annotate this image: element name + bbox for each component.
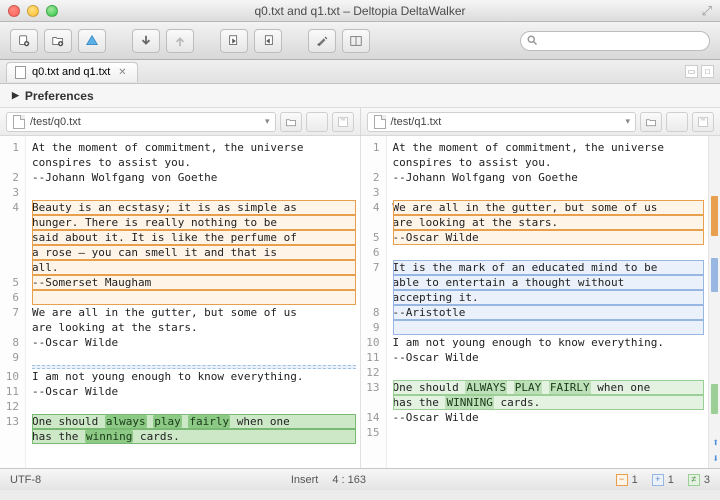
insert-mode-label: Insert: [291, 474, 319, 486]
main-toolbar: [0, 22, 720, 60]
status-bar: UTF-8 Insert 4 : 163 −1 +1 ≠3: [0, 468, 720, 490]
close-tab-button[interactable]: ✕: [116, 67, 128, 78]
file-icon: [13, 115, 25, 129]
right-line-numbers: 123456789101112131415: [361, 136, 387, 468]
left-code-lines[interactable]: At the moment of commitment, the univers…: [26, 136, 360, 468]
preferences-label: Preferences: [25, 89, 94, 103]
refresh-right-button[interactable]: [666, 112, 688, 132]
search-icon: [526, 34, 538, 49]
left-file-path[interactable]: /test/q0.txt ▾: [6, 112, 276, 132]
save-right-button[interactable]: [692, 112, 714, 132]
browse-right-button[interactable]: [640, 112, 662, 132]
tab-comparison[interactable]: q0.txt and q1.txt ✕: [6, 62, 138, 82]
next-diff-button[interactable]: [132, 29, 160, 53]
minimize-pane-button[interactable]: ▭: [685, 65, 698, 78]
fullscreen-icon[interactable]: ⤢: [702, 3, 712, 19]
removed-count: −1: [616, 474, 638, 486]
right-file-bar: /test/q1.txt ▾: [360, 108, 720, 136]
chevron-down-icon: ▾: [625, 116, 630, 127]
right-pane[interactable]: ◀ 123456789101112131415 At the moment of…: [360, 136, 720, 468]
settings-button[interactable]: [308, 29, 336, 53]
tab-label: q0.txt and q1.txt: [32, 66, 110, 78]
prev-diff-button[interactable]: [166, 29, 194, 53]
save-left-button[interactable]: [332, 112, 354, 132]
left-line-numbers: 12345678910111213: [0, 136, 26, 468]
tab-bar: q0.txt and q1.txt ✕ ▭ □: [0, 60, 720, 84]
right-code-lines[interactable]: At the moment of commitment, the univers…: [387, 136, 709, 468]
layout-button[interactable]: [342, 29, 370, 53]
close-window-button[interactable]: [8, 5, 20, 17]
encoding-label: UTF-8: [10, 474, 41, 486]
merge-left-button[interactable]: [220, 29, 248, 53]
left-pane[interactable]: 12345678910111213 At the moment of commi…: [0, 136, 360, 468]
search-input[interactable]: [520, 31, 710, 51]
file-icon: [374, 115, 386, 129]
compare-area: 12345678910111213 At the moment of commi…: [0, 136, 720, 468]
minimize-window-button[interactable]: [27, 5, 39, 17]
new-file-button[interactable]: [10, 29, 38, 53]
merge-left-arrow-icon[interactable]: ◀: [360, 260, 361, 275]
document-icon: [15, 66, 26, 79]
window-title: q0.txt and q1.txt – Deltopia DeltaWalker: [0, 4, 720, 18]
compare-button[interactable]: [78, 29, 106, 53]
refresh-left-button[interactable]: [306, 112, 328, 132]
maximize-pane-button[interactable]: □: [701, 65, 714, 78]
browse-left-button[interactable]: [280, 112, 302, 132]
overview-ruler[interactable]: [708, 136, 720, 468]
left-file-bar: /test/q0.txt ▾: [0, 108, 360, 136]
cursor-position: 4 : 163: [332, 474, 366, 486]
titlebar: q0.txt and q1.txt – Deltopia DeltaWalker…: [0, 0, 720, 22]
preferences-row[interactable]: ▶ Preferences: [0, 84, 720, 108]
disclosure-triangle-icon: ▶: [12, 90, 19, 101]
merge-right-button[interactable]: [254, 29, 282, 53]
scroll-down-icon[interactable]: ⬇: [712, 451, 719, 466]
scroll-up-icon[interactable]: ⬆: [712, 435, 719, 450]
chevron-down-icon: ▾: [265, 116, 270, 127]
right-file-path[interactable]: /test/q1.txt ▾: [367, 112, 637, 132]
changed-count: ≠3: [688, 474, 710, 486]
new-folder-button[interactable]: [44, 29, 72, 53]
zoom-window-button[interactable]: [46, 5, 58, 17]
added-count: +1: [652, 474, 674, 486]
